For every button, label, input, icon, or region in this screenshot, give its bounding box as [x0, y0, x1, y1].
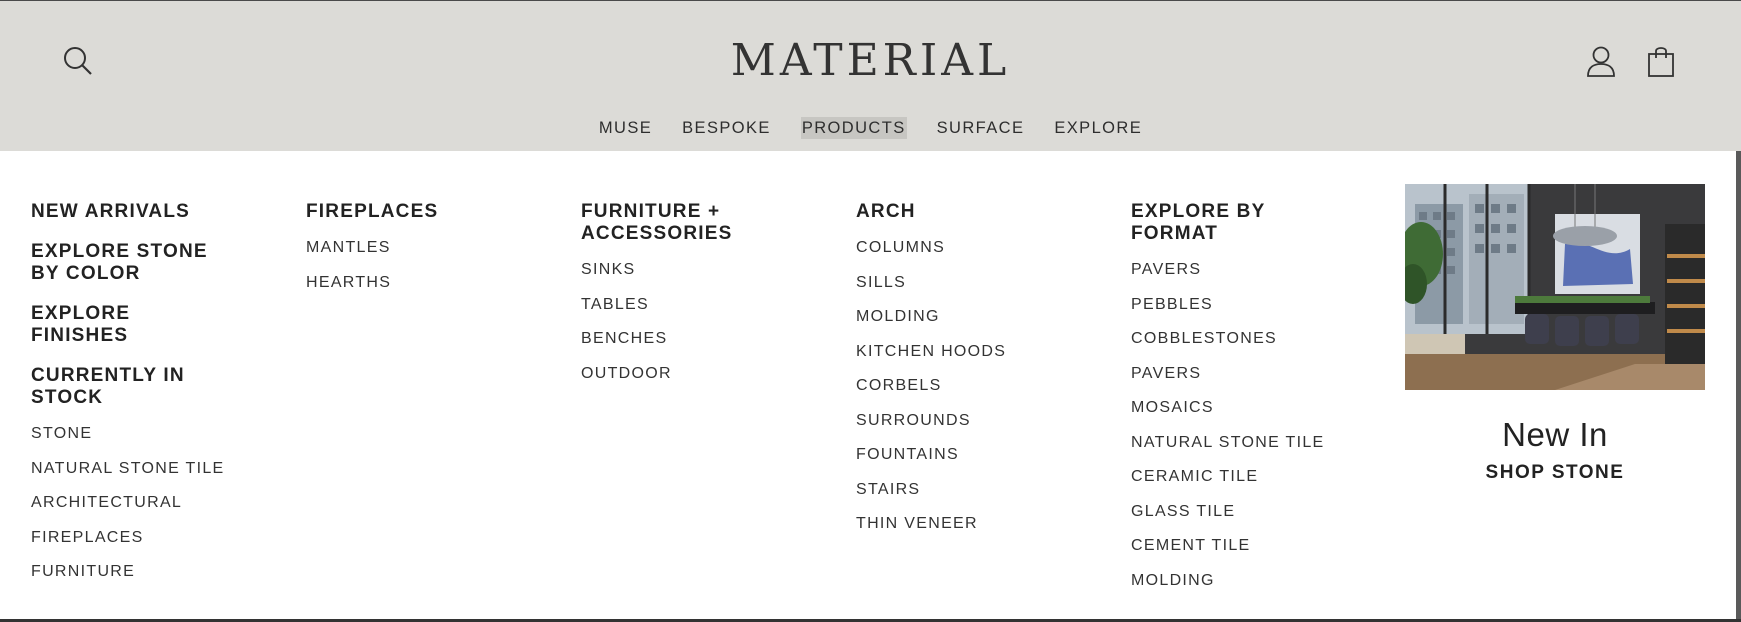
nav-item-surface[interactable]: SURFACE [937, 117, 1025, 139]
menu-heading-explore-finishes[interactable]: EXPLORE FINISHES [31, 303, 231, 347]
menu-column-fireplaces: FIREPLACES MANTLES HEARTHS [306, 201, 506, 308]
menu-link[interactable]: MANTLES [306, 239, 506, 257]
menu-link[interactable]: STAIRS [856, 481, 1056, 499]
site-logo[interactable]: MATERIAL [0, 35, 1741, 87]
nav-item-muse[interactable]: MUSE [599, 117, 652, 139]
menu-link[interactable]: PEBBLES [1131, 296, 1331, 314]
menu-link[interactable]: SILLS [856, 274, 1056, 292]
menu-link[interactable]: HEARTHS [306, 274, 506, 292]
menu-link[interactable]: GLASS TILE [1131, 503, 1331, 521]
shop-stone-link[interactable]: SHOP STONE [1405, 462, 1705, 484]
menu-link[interactable]: CORBELS [856, 377, 1056, 395]
site-header: MATERIAL MUSE BESPOKE PRODUCTS SURFACE E… [0, 0, 1741, 151]
menu-link[interactable]: TABLES [581, 296, 781, 314]
menu-link[interactable]: BENCHES [581, 330, 781, 348]
main-nav: MUSE BESPOKE PRODUCTS SURFACE EXPLORE [0, 117, 1741, 139]
menu-link[interactable]: MOLDING [856, 308, 1056, 326]
menu-link[interactable]: THIN VENEER [856, 515, 1056, 533]
menu-link[interactable]: NATURAL STONE TILE [31, 460, 231, 478]
menu-link[interactable]: CEMENT TILE [1131, 537, 1331, 555]
promo-card: New In SHOP STONE [1405, 184, 1705, 484]
menu-link[interactable]: PAVERS [1131, 261, 1331, 279]
page: MATERIAL MUSE BESPOKE PRODUCTS SURFACE E… [0, 0, 1741, 622]
menu-link[interactable]: CERAMIC TILE [1131, 468, 1331, 486]
menu-heading-currently-in-stock[interactable]: CURRENTLY IN STOCK [31, 365, 231, 409]
menu-link[interactable]: FIREPLACES [31, 529, 231, 547]
menu-link[interactable]: COBBLESTONES [1131, 330, 1331, 348]
promo-title: New In [1502, 416, 1608, 453]
nav-item-bespoke[interactable]: BESPOKE [682, 117, 771, 139]
menu-heading-furniture-accessories[interactable]: FURNITURE + ACCESSORIES [581, 201, 781, 245]
products-mega-menu: NEW ARRIVALS EXPLORE STONE BY COLOR EXPL… [0, 151, 1736, 619]
promo-image[interactable] [1405, 184, 1705, 390]
menu-heading-new-arrivals[interactable]: NEW ARRIVALS [31, 201, 231, 223]
menu-link[interactable]: STONE [31, 425, 231, 443]
menu-link[interactable]: FOUNTAINS [856, 446, 1056, 464]
menu-link[interactable]: ARCHITECTURAL [31, 494, 231, 512]
menu-link[interactable]: SURROUNDS [856, 412, 1056, 430]
menu-link[interactable]: NATURAL STONE TILE [1131, 434, 1331, 452]
nav-item-explore[interactable]: EXPLORE [1054, 117, 1142, 139]
menu-column-arch: ARCH COLUMNS SILLS MOLDING KITCHEN HOODS… [856, 201, 1056, 550]
menu-link[interactable]: FURNITURE [31, 563, 231, 581]
menu-link[interactable]: KITCHEN HOODS [856, 343, 1056, 361]
menu-column-explore-by-format: EXPLORE BY FORMAT PAVERS PEBBLES COBBLES… [1131, 201, 1331, 606]
menu-heading-explore-stone-by-color[interactable]: EXPLORE STONE BY COLOR [31, 241, 231, 285]
menu-link[interactable]: OUTDOOR [581, 365, 781, 383]
account-icon[interactable] [1586, 45, 1616, 77]
menu-heading-fireplaces[interactable]: FIREPLACES [306, 201, 506, 223]
menu-column-featured: NEW ARRIVALS EXPLORE STONE BY COLOR EXPL… [31, 201, 231, 598]
menu-link[interactable]: MOLDING [1131, 572, 1331, 590]
nav-item-products[interactable]: PRODUCTS [800, 117, 907, 139]
menu-link[interactable]: PAVERS [1131, 365, 1331, 383]
menu-column-furniture: FURNITURE + ACCESSORIES SINKS TABLES BEN… [581, 201, 781, 399]
cart-icon[interactable] [1647, 45, 1675, 77]
menu-heading-arch[interactable]: ARCH [856, 201, 1056, 223]
menu-link[interactable]: COLUMNS [856, 239, 1056, 257]
menu-link[interactable]: SINKS [581, 261, 781, 279]
menu-heading-explore-by-format[interactable]: EXPLORE BY FORMAT [1131, 201, 1331, 245]
menu-link[interactable]: MOSAICS [1131, 399, 1331, 417]
